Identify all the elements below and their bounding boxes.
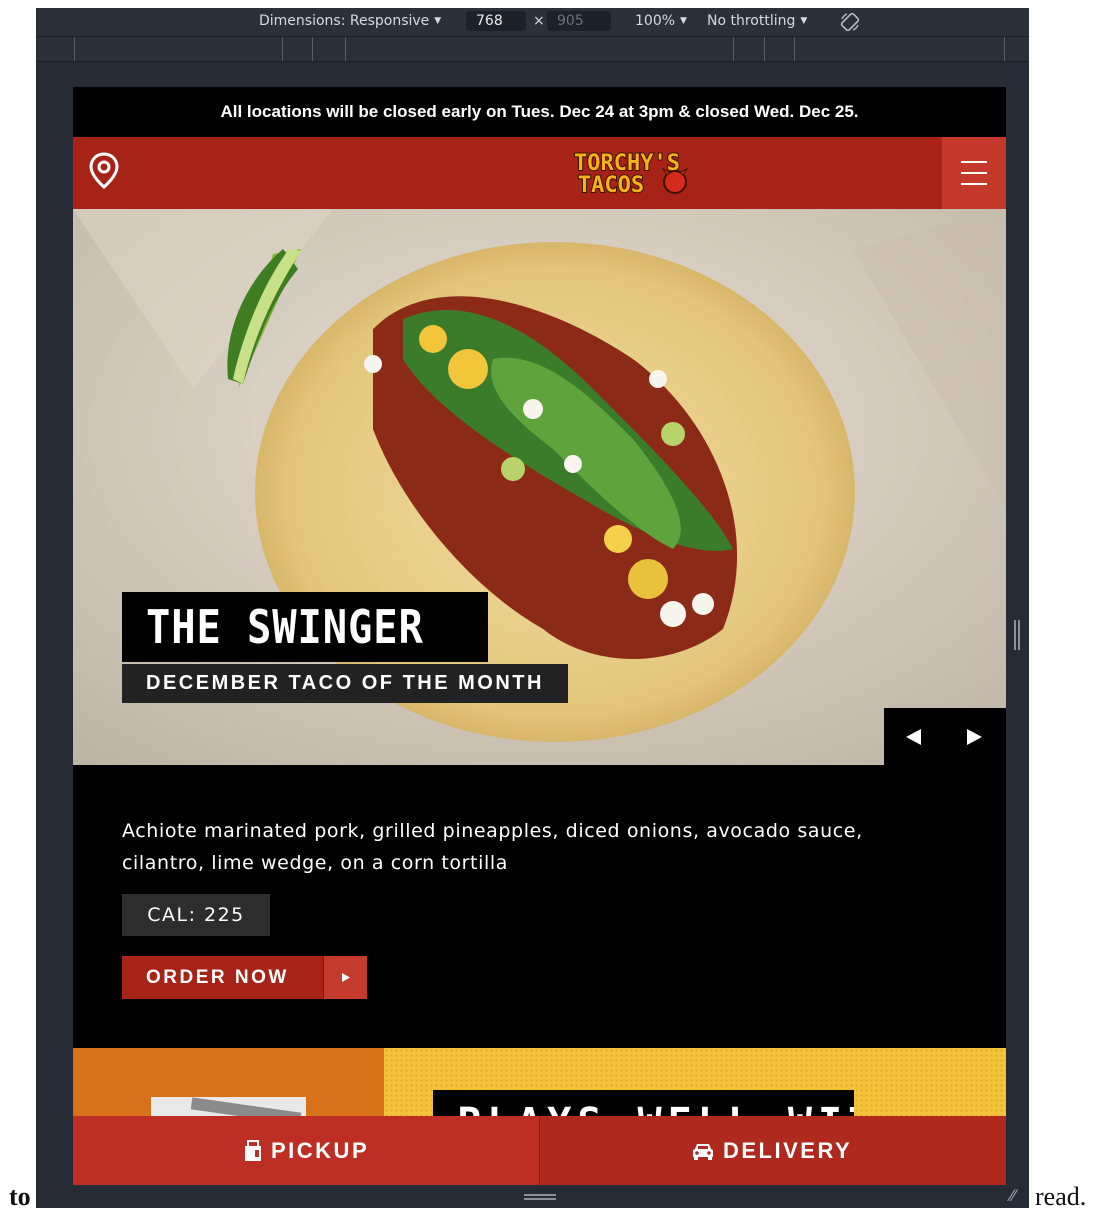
rotate-icon[interactable] bbox=[839, 11, 861, 37]
resize-corner-icon[interactable]: ⁄⁄ bbox=[1010, 1186, 1015, 1205]
width-input[interactable]: 768 bbox=[466, 11, 526, 31]
bag-icon bbox=[245, 1139, 261, 1161]
slider-next-button[interactable] bbox=[945, 708, 1006, 765]
resize-handle-bottom[interactable] bbox=[524, 1194, 556, 1200]
order-now-button[interactable]: ORDER NOW bbox=[122, 956, 367, 999]
car-icon bbox=[693, 1143, 713, 1160]
pickup-button[interactable]: PICKUP bbox=[73, 1116, 539, 1185]
torchys-logo[interactable]: TORCHY'S TACOS bbox=[555, 149, 705, 199]
triangle-left-icon bbox=[906, 729, 921, 745]
announcement-bar: All locations will be closed early on Tu… bbox=[73, 87, 1006, 137]
throttling-dropdown[interactable]: No throttling ▼ bbox=[707, 13, 807, 29]
slider-prev-button[interactable] bbox=[884, 708, 945, 765]
throttling-label: No throttling bbox=[707, 13, 796, 29]
slider-navigation bbox=[884, 708, 1006, 765]
page-text-fragment-right: read. bbox=[1035, 1182, 1087, 1211]
sticky-order-bar: PICKUP DELIVERY bbox=[73, 1116, 1006, 1185]
location-button[interactable] bbox=[87, 151, 121, 191]
page-text-fragment-left: to bbox=[9, 1182, 31, 1211]
delivery-button[interactable]: DELIVERY bbox=[540, 1116, 1006, 1185]
hamburger-menu-button[interactable] bbox=[942, 137, 1006, 209]
play-arrow-icon bbox=[342, 973, 350, 982]
calorie-badge: CAL: 225 bbox=[122, 894, 270, 936]
caret-down-icon: ▼ bbox=[434, 16, 442, 26]
site-header: TORCHY'S TACOS bbox=[73, 137, 1006, 209]
dimensions-label: Dimensions: Responsive bbox=[259, 13, 430, 29]
times-sign: × bbox=[533, 13, 545, 29]
hero-slider[interactable]: THE SWINGER DECEMBER TACO OF THE MONTH bbox=[73, 209, 1006, 765]
page-viewport: All locations will be closed early on Tu… bbox=[73, 87, 1006, 1185]
delivery-label: DELIVERY bbox=[723, 1137, 853, 1163]
hero-subtitle-box: DECEMBER TACO OF THE MONTH bbox=[122, 664, 568, 703]
order-arrow-box bbox=[323, 956, 367, 999]
hero-title: THE SWINGER bbox=[146, 600, 424, 654]
hero-title-box: THE SWINGER bbox=[122, 592, 488, 662]
device-toolbar: Dimensions: Responsive ▼ 768 × 905 100% ▼ … bbox=[36, 8, 1029, 36]
resize-handle-right[interactable] bbox=[1014, 620, 1022, 650]
height-input[interactable]: 905 bbox=[547, 11, 611, 31]
caret-down-icon: ▼ bbox=[800, 16, 808, 26]
location-pin-icon bbox=[89, 152, 119, 189]
zoom-dropdown[interactable]: 100% ▼ bbox=[635, 13, 687, 29]
triangle-right-icon bbox=[967, 729, 982, 745]
svg-text:TACOS: TACOS bbox=[578, 173, 644, 197]
media-query-ruler[interactable] bbox=[36, 36, 1029, 62]
order-now-label: ORDER NOW bbox=[146, 967, 289, 988]
taco-description: Achiote marinated pork, grilled pineappl… bbox=[122, 820, 863, 874]
caret-down-icon: ▼ bbox=[680, 16, 687, 26]
hero-subtitle: DECEMBER TACO OF THE MONTH bbox=[146, 672, 544, 694]
zoom-label: 100% bbox=[635, 13, 676, 29]
dimensions-dropdown[interactable]: Dimensions: Responsive ▼ bbox=[259, 13, 441, 29]
pickup-label: PICKUP bbox=[271, 1137, 370, 1163]
